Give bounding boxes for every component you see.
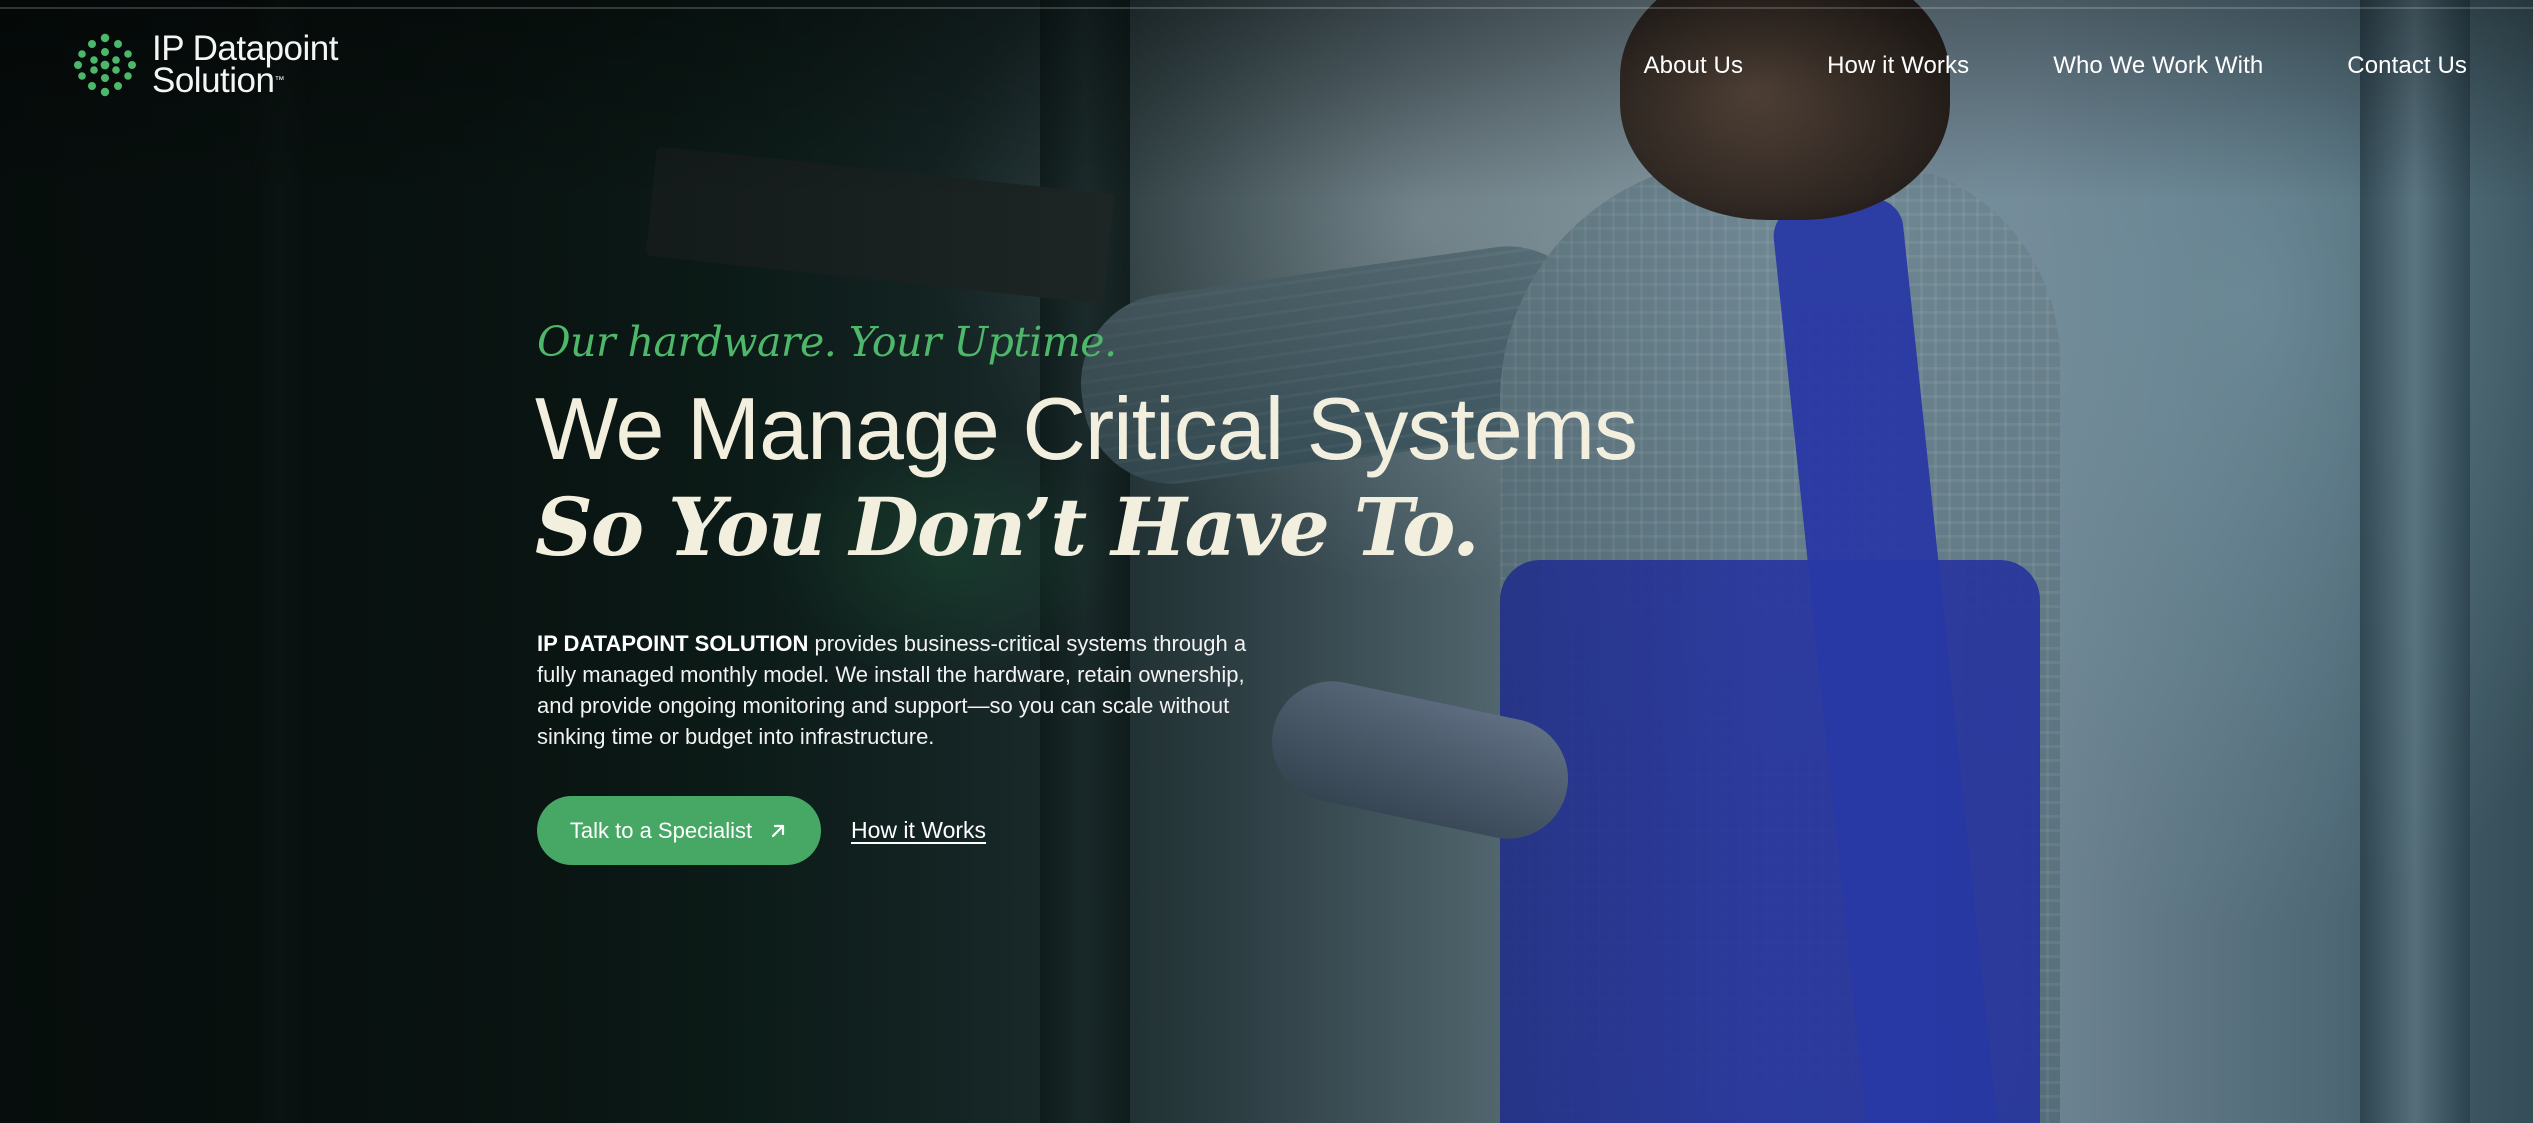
nav-who-we-work-with[interactable]: Who We Work With [2053, 52, 2263, 80]
nav-about-us[interactable]: About Us [1644, 52, 1744, 80]
hero-tagline: Our hardware. Your Uptime. [537, 318, 1117, 366]
top-border-line [0, 7, 2533, 9]
company-name-strong: IP DATAPOINT SOLUTION [537, 631, 809, 656]
main-nav: About Us How it Works Who We Work With C… [1644, 52, 2467, 80]
trademark-symbol: ™ [274, 75, 284, 86]
dot-cluster-logo-icon [74, 33, 136, 97]
logo-line-2: Solution [152, 61, 275, 100]
talk-to-specialist-button[interactable]: Talk to a Specialist [537, 796, 821, 865]
headline-line-1: We Manage Critical Systems [535, 379, 1638, 478]
headline-line-2: So You Don’t Have To. [535, 480, 1480, 574]
cta-label: Talk to a Specialist [569, 817, 753, 843]
hero-description: IP DATAPOINT SOLUTION provides business-… [537, 628, 1257, 752]
logo-wordmark: IP Datapoint Solution™ [152, 31, 339, 100]
how-it-works-link[interactable]: How it Works [851, 817, 986, 844]
arrow-up-right-icon [771, 824, 785, 837]
logo-link[interactable]: IP Datapoint Solution™ [72, 31, 339, 100]
nav-how-it-works[interactable]: How it Works [1827, 52, 1969, 80]
top-gradient-overlay [0, 0, 2533, 200]
nav-contact-us[interactable]: Contact Us [2347, 52, 2467, 80]
